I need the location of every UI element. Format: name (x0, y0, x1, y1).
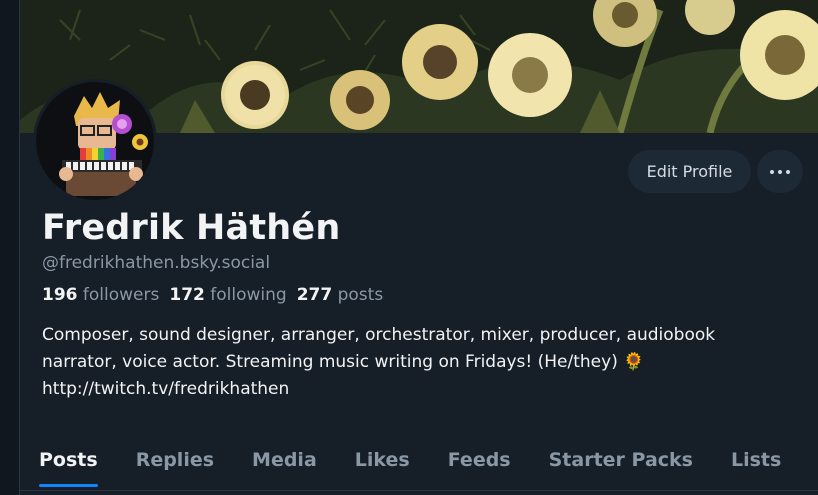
tab-label: Likes (354, 449, 410, 471)
more-dot (770, 169, 774, 174)
display-name: Fredrik Häthén (42, 208, 341, 248)
followers-label: followers (82, 285, 160, 305)
avatar[interactable] (33, 79, 157, 203)
edit-profile-button[interactable]: Edit Profile (628, 150, 751, 193)
following-label: following (210, 285, 287, 305)
tab-label: Media (252, 449, 317, 471)
profile-handle: @fredrikhathen.bsky.social (42, 253, 271, 273)
tab-label: Lists (730, 449, 782, 471)
posts-stat: 277 posts (297, 285, 383, 305)
bio-line: Composer, sound designer, arranger, orch… (42, 325, 716, 345)
tab-replies[interactable]: Replies (117, 430, 233, 490)
active-tab-indicator (39, 484, 98, 487)
more-dot (778, 169, 782, 174)
tab-feeds[interactable]: Feeds (429, 430, 530, 490)
tab-posts[interactable]: Posts (20, 430, 117, 490)
profile-bio: Composer, sound designer, arranger, orch… (42, 322, 802, 403)
following-stat[interactable]: 172 following (169, 285, 286, 305)
followers-stat[interactable]: 196 followers (42, 285, 159, 305)
tabs-divider (20, 490, 818, 491)
posts-label: posts (337, 285, 384, 305)
bio-link[interactable]: http://twitch.tv/fredrikhathen (42, 376, 802, 403)
following-count: 172 (169, 285, 205, 305)
profile-stats: 196 followers 172 following 277 posts (42, 285, 393, 305)
tab-label: Starter Packs (548, 449, 693, 471)
tab-label: Posts (39, 449, 98, 471)
tab-label: Feeds (447, 449, 511, 471)
profile-screen: Edit Profile Fredrik Häthén @fredrikhath… (0, 0, 818, 495)
followers-count: 196 (42, 285, 78, 305)
tab-label: Replies (135, 449, 215, 471)
left-border (0, 0, 20, 495)
tab-lists[interactable]: Lists (712, 430, 800, 490)
tab-media[interactable]: Media (233, 430, 336, 490)
bio-line: narrator, voice actor. Streaming music w… (42, 352, 645, 372)
tab-likes[interactable]: Likes (336, 430, 429, 490)
posts-count: 277 (296, 285, 333, 305)
more-dot (786, 169, 790, 174)
tab-starter-packs[interactable]: Starter Packs (530, 430, 712, 490)
more-options-button[interactable] (757, 150, 803, 193)
profile-tabs: Posts Replies Media Likes Feeds Starter … (20, 430, 818, 495)
